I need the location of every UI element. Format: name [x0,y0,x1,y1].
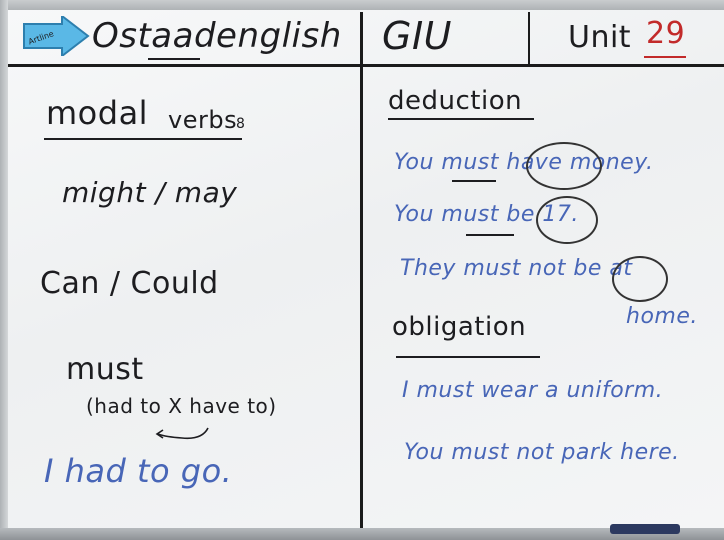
school-name: GIU [382,14,452,58]
left-title-verbs: verbs [168,106,238,134]
arrow-magnet-icon: Artline [23,16,90,56]
obligation-line-1: I must wear a uniform. [402,378,664,403]
unit-number: 29 [646,16,686,51]
modal-item-can-could: Can / Could [40,266,219,301]
underline-must-1 [452,180,496,182]
circle-be-2 [612,256,668,302]
brand-underline [148,58,200,60]
modal-item-must-note: (had to X have to) [86,394,277,418]
modal-item-must: must [66,352,144,387]
left-title-underline [44,138,242,140]
unit-number-underline [644,56,686,58]
left-example-sentence: I had to go. [44,452,233,490]
deduction-underline [388,118,534,120]
unit-label: Unit [568,20,632,55]
left-title-modal: modal [46,94,149,132]
center-divider-line [360,12,363,528]
header-right-divider [528,12,530,64]
board-frame-left [0,0,8,540]
return-arrow-icon [155,427,209,440]
circle-be-1 [536,196,598,244]
header-divider-line [8,64,724,67]
board-frame-top [0,0,724,10]
underline-must-2 [466,234,514,236]
deduction-line-1: You must have money. [394,150,654,175]
deduction-line-3a: They must not be at [400,256,633,281]
left-title-mark: 8 [236,116,246,132]
marker-tray-item [610,524,680,534]
whiteboard: Artline Ostaadenglish GIU Unit 29 modal … [0,0,724,540]
obligation-line-2: You must not park here. [404,440,680,465]
brand-title: Ostaadenglish [92,16,342,56]
section-deduction: deduction [388,86,523,116]
modal-item-might-may: might / may [62,176,238,209]
circle-have [526,142,602,190]
section-obligation: obligation [392,312,527,342]
obligation-underline [396,356,540,358]
deduction-line-3b: home. [626,304,698,329]
